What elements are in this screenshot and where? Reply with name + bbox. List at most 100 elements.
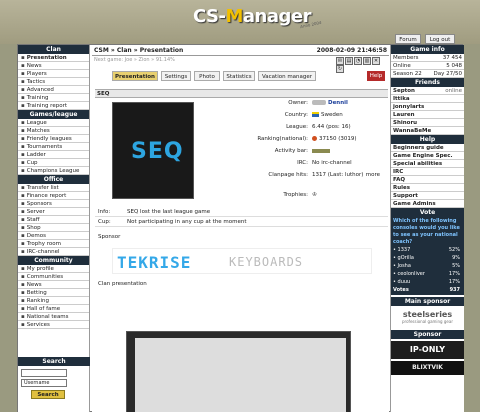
- league-link[interactable]: 6.44 (pos: 16): [312, 123, 351, 132]
- sidebar-item-champions-league[interactable]: Champions League: [18, 167, 89, 175]
- friends-name[interactable]: Septon: [393, 88, 415, 94]
- sponsor-blixtvik[interactable]: BLIXTVIK: [391, 361, 464, 375]
- sidebar-item-training[interactable]: Training: [18, 94, 89, 102]
- sidebar-item-betting[interactable]: Betting: [18, 289, 89, 297]
- sidebar-item-demos[interactable]: Demos: [18, 232, 89, 240]
- sidebar-item-matches[interactable]: Matches: [18, 127, 89, 135]
- search-input[interactable]: [21, 369, 67, 377]
- help-link[interactable]: FAQ: [391, 176, 464, 184]
- sidebar-item-trophy-room[interactable]: Trophy room: [18, 240, 89, 248]
- sidebar-item-staff[interactable]: Staff: [18, 216, 89, 224]
- inbox-icon[interactable]: ▤: [345, 57, 353, 65]
- sidebar-item-sponsors[interactable]: Sponsors: [18, 200, 89, 208]
- site-logo[interactable]: CS-Manager: [193, 6, 311, 27]
- page-body: Clan PresentationNewsPlayersTacticsAdvan…: [17, 44, 464, 412]
- mainsponsor-logo[interactable]: steelseries professional gaming gear: [391, 306, 464, 330]
- vote-option-label[interactable]: ceolonliver: [398, 271, 425, 277]
- mail-icon[interactable]: ✉: [336, 57, 344, 65]
- votes-value: 937: [449, 287, 460, 293]
- sidebar-item-presentation[interactable]: Presentation: [18, 54, 89, 62]
- vote-option[interactable]: • Josha 5%: [393, 262, 462, 270]
- help-link[interactable]: Beginners guide: [391, 144, 464, 152]
- owner-link[interactable]: Dennil: [328, 100, 348, 106]
- search-type-select[interactable]: Username: [21, 379, 67, 387]
- sidebar-item-communities[interactable]: Communities: [18, 273, 89, 281]
- tab-presentation[interactable]: Presentation: [112, 71, 158, 81]
- sidebar-item-tactics[interactable]: Tactics: [18, 78, 89, 86]
- friends-name[interactable]: Shinoru: [393, 120, 417, 126]
- sidebar-item-ladder[interactable]: Ladder: [18, 151, 89, 159]
- vote-option[interactable]: • ceolonliver 17%: [393, 270, 462, 278]
- tab-vacation-manager[interactable]: Vacation manager: [258, 71, 316, 81]
- sidebar-item-advanced[interactable]: Advanced: [18, 86, 89, 94]
- vote-options: • 1337 52% • gOrilla 9% • Josha 5% • ceolonliv…: [393, 246, 462, 286]
- tab-photo[interactable]: Photo: [194, 71, 220, 81]
- sidebar-item-training-report[interactable]: Training report: [18, 102, 89, 110]
- friends-row[interactable]: WannaBeMe: [391, 127, 464, 135]
- sponsor-banner[interactable]: TEKRISE KEYBOARDS: [112, 248, 372, 274]
- vote-option-label[interactable]: Josha: [398, 263, 411, 269]
- info-row-country: Country: Sweden: [214, 111, 386, 120]
- vote-option[interactable]: • duuu 17%: [393, 278, 462, 286]
- more-link[interactable]: more: [366, 171, 380, 180]
- chat-icon[interactable]: ◔: [354, 57, 362, 65]
- help-link[interactable]: Game Engine Spec.: [391, 152, 464, 160]
- search-button[interactable]: Search: [31, 390, 65, 399]
- info-value: 37150 (3019): [319, 136, 357, 142]
- tab-statistics[interactable]: Statistics: [223, 71, 255, 81]
- help-link[interactable]: Rules: [391, 184, 464, 192]
- sidebar-item-news[interactable]: News: [18, 62, 89, 70]
- sidebar-item-shop[interactable]: Shop: [18, 224, 89, 232]
- sidebar-item-server[interactable]: Server: [18, 208, 89, 216]
- logout-button[interactable]: Log out: [425, 34, 455, 44]
- sidebar-item-players[interactable]: Players: [18, 70, 89, 78]
- gameinfo-name: Online: [393, 63, 411, 69]
- sidebar-item-transfer-list[interactable]: Transfer list: [18, 184, 89, 192]
- vote-option-label[interactable]: 1337: [398, 247, 411, 253]
- friends-row[interactable]: Lauren: [391, 111, 464, 119]
- user-icon: [312, 100, 326, 105]
- sidebar-item-national-teams[interactable]: National teams: [18, 313, 89, 321]
- help-link[interactable]: Game Admins: [391, 200, 464, 208]
- sidebar-item-friendly-leagues[interactable]: Friendly leagues: [18, 135, 89, 143]
- sidebar-item-league[interactable]: League: [18, 119, 89, 127]
- sidebar-item-services[interactable]: Services: [18, 321, 89, 329]
- info-text: SEQ lost the last league game: [127, 209, 211, 215]
- sidebar-item-ranking[interactable]: Ranking: [18, 297, 89, 305]
- gameinfo-name: Season 22: [393, 71, 422, 77]
- forum-button[interactable]: Forum: [395, 34, 421, 44]
- sponsor-ip-only[interactable]: IP-ONLY: [391, 341, 464, 359]
- friends-row[interactable]: jonnylarts: [391, 103, 464, 111]
- friends-row[interactable]: Shinoru: [391, 119, 464, 127]
- friends-row[interactable]: Septon online: [391, 87, 464, 95]
- close-icon[interactable]: ✕: [372, 57, 380, 65]
- tab-settings[interactable]: Settings: [161, 71, 191, 81]
- print-icon[interactable]: ▥: [363, 57, 371, 65]
- friends-name[interactable]: Lauren: [393, 112, 415, 118]
- friends-value: online: [445, 88, 462, 94]
- refresh-icon[interactable]: ↻: [336, 65, 344, 73]
- sidebar-item-tournaments[interactable]: Tournaments: [18, 143, 89, 151]
- info-key: League:: [286, 124, 308, 130]
- vote-option[interactable]: • gOrilla 9%: [393, 254, 462, 262]
- help-link[interactable]: IRC: [391, 168, 464, 176]
- vote-option-label[interactable]: duuu: [398, 279, 411, 285]
- breadcrumb-text[interactable]: CSM » Clan » Presentation: [94, 47, 183, 54]
- friends-row[interactable]: Ittika: [391, 95, 464, 103]
- mainsponsor-title: Main sponsor: [391, 297, 464, 306]
- vote-option-label[interactable]: gOrilla: [398, 255, 414, 261]
- friends-name[interactable]: WannaBeMe: [393, 128, 431, 134]
- presentation-title: Clan presentation: [98, 281, 147, 287]
- sidebar-item-irc-channel[interactable]: IRC-channel: [18, 248, 89, 256]
- help-link[interactable]: Support: [391, 192, 464, 200]
- sidebar-item-news[interactable]: News: [18, 281, 89, 289]
- vote-option[interactable]: • 1337 52%: [393, 246, 462, 254]
- sidebar-item-hall-of-fame[interactable]: Hall of fame: [18, 305, 89, 313]
- sidebar-item-my-profile[interactable]: My profile: [18, 265, 89, 273]
- sidebar-item-cup[interactable]: Cup: [18, 159, 89, 167]
- help-link[interactable]: Special abilities: [391, 160, 464, 168]
- sidebar-item-finance-report[interactable]: Finance report: [18, 192, 89, 200]
- friends-name[interactable]: jonnylarts: [393, 104, 424, 110]
- friends-name[interactable]: Ittika: [393, 96, 410, 102]
- help-button[interactable]: Help: [367, 71, 385, 81]
